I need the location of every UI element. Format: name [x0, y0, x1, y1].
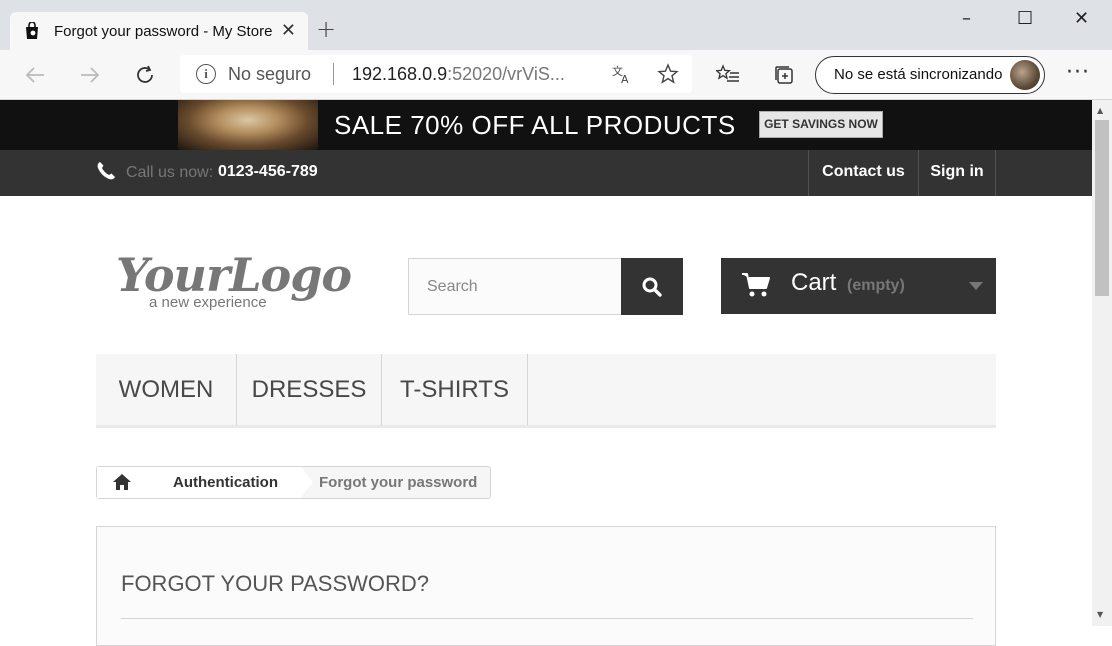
browser-toolbar: i No seguro 192.168.0.9:52020/vrViS... 文…	[0, 50, 1112, 100]
translate-icon[interactable]: 文A	[610, 62, 634, 86]
caret-down-icon[interactable]	[969, 282, 983, 290]
main-menu: WOMEN DRESSES T-SHIRTS	[96, 354, 996, 428]
menu-item-dresses[interactable]: DRESSES	[237, 354, 382, 425]
breadcrumb-home[interactable]	[97, 467, 149, 498]
tab-title: Forgot your password - My Store	[54, 22, 272, 40]
logo-tagline: a new experience	[149, 294, 267, 311]
breadcrumb: Authentication Forgot your password	[96, 466, 491, 499]
sign-in-link[interactable]: Sign in	[918, 150, 996, 196]
info-icon[interactable]: i	[196, 64, 216, 84]
page-title: FORGOT YOUR PASSWORD?	[121, 571, 430, 596]
svg-text:A: A	[621, 73, 629, 85]
sync-status-label: No se está sincronizando	[834, 66, 1003, 83]
search-icon	[642, 277, 662, 297]
browser-tab-strip: Forgot your password - My Store ✕ + – ☐ …	[0, 0, 1112, 50]
breadcrumb-separator	[301, 467, 313, 497]
call-us-label: Call us now:	[126, 164, 214, 181]
refresh-icon[interactable]	[133, 63, 157, 87]
browser-tab[interactable]: Forgot your password - My Store ✕	[10, 12, 308, 50]
new-tab-button[interactable]: +	[316, 17, 336, 41]
scroll-down-arrow-icon[interactable]: ▼	[1097, 610, 1103, 619]
search-input[interactable]	[408, 258, 622, 315]
promo-banner[interactable]: SALE 70% OFF ALL PRODUCTS GET SAVINGS NO…	[0, 100, 1092, 150]
scroll-up-arrow-icon[interactable]: ▲	[1097, 106, 1103, 115]
tab-close-icon[interactable]: ✕	[281, 22, 296, 40]
top-navigation-bar: Call us now: 0123-456-789 Contact us Sig…	[0, 150, 1092, 196]
url-path: :52020/vrViS...	[447, 64, 565, 84]
more-menu-icon[interactable]: ···	[1066, 60, 1090, 85]
cart-label: Cart	[791, 269, 837, 296]
favorites-list-icon[interactable]	[716, 63, 740, 87]
cart-block[interactable]: Cart (empty)	[721, 258, 996, 314]
menu-item-women[interactable]: WOMEN	[96, 354, 237, 425]
vertical-scrollbar[interactable]: ▲ ▼	[1092, 100, 1112, 626]
phone-icon	[97, 162, 115, 180]
address-url[interactable]: 192.168.0.9:52020/vrViS...	[352, 64, 565, 85]
collections-icon[interactable]	[772, 63, 796, 87]
home-icon	[113, 474, 131, 490]
breadcrumb-authentication[interactable]: Authentication	[149, 467, 301, 498]
search-button[interactable]	[621, 258, 683, 315]
back-arrow-icon[interactable]	[23, 63, 47, 87]
store-logo[interactable]: YourLogo a new experience	[116, 248, 352, 320]
title-divider	[121, 618, 973, 619]
breadcrumb-current: Forgot your password	[319, 474, 478, 491]
address-divider	[333, 63, 334, 85]
scroll-thumb[interactable]	[1095, 120, 1109, 296]
phone-number: 0123-456-789	[218, 163, 318, 180]
contact-us-link[interactable]: Contact us	[808, 150, 918, 196]
banner-model-image	[178, 100, 318, 150]
url-host: 192.168.0.9	[352, 64, 448, 84]
close-window-button[interactable]: ✕	[1074, 10, 1089, 28]
cart-icon	[742, 273, 770, 297]
menu-item-tshirts[interactable]: T-SHIRTS	[382, 354, 528, 425]
address-bar[interactable]: i No seguro 192.168.0.9:52020/vrViS... 文…	[180, 55, 692, 93]
cart-status: (empty)	[847, 277, 905, 294]
security-label: No seguro	[228, 64, 312, 84]
forward-arrow-icon[interactable]	[78, 63, 102, 87]
banner-headline: SALE 70% OFF ALL PRODUCTS	[334, 110, 736, 140]
maximize-button[interactable]: ☐	[1017, 10, 1033, 28]
minimize-button[interactable]: –	[962, 10, 971, 28]
profile-avatar	[1010, 60, 1040, 90]
profile-sync-button[interactable]: No se está sincronizando	[815, 56, 1045, 94]
favorite-star-icon[interactable]	[656, 62, 680, 86]
shopping-bag-icon	[26, 22, 38, 39]
forgot-password-panel: FORGOT YOUR PASSWORD?	[96, 526, 996, 646]
get-savings-button[interactable]: GET SAVINGS NOW	[759, 111, 883, 138]
